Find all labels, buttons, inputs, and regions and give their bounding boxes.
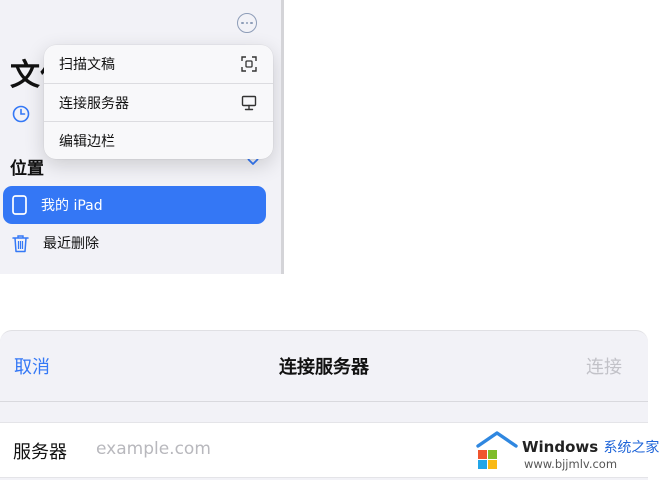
sidebar-item-recently-deleted[interactable]: 最近删除	[3, 224, 266, 262]
server-input[interactable]	[96, 435, 476, 463]
menu-item-connect-server[interactable]: 连接服务器	[44, 83, 273, 121]
watermark-brand: Windows	[522, 438, 599, 456]
more-options-button[interactable]	[237, 13, 257, 33]
watermark: Windows 系统之家 www.bjjmlv.com	[474, 430, 660, 476]
context-menu: 扫描文稿 连接服务器 编辑边栏	[44, 45, 273, 159]
monitor-icon	[241, 95, 257, 110]
menu-item-scan-documents[interactable]: 扫描文稿	[44, 45, 273, 83]
ipad-icon	[12, 195, 27, 215]
cancel-button[interactable]: 取消	[14, 353, 50, 379]
dot	[250, 21, 253, 25]
locations-header: 位置	[10, 159, 44, 179]
clock-icon[interactable]	[12, 105, 30, 123]
connect-button[interactable]: 连接	[586, 353, 622, 379]
sheet-title: 连接服务器	[279, 357, 369, 378]
windows-logo-icon	[476, 431, 518, 469]
sidebar-divider	[281, 0, 284, 274]
menu-item-edit-sidebar[interactable]: 编辑边栏	[44, 121, 273, 159]
sidebar-item-my-ipad[interactable]: 我的 iPad	[3, 186, 266, 224]
scan-icon	[241, 56, 257, 72]
sheet-navigation-bar: 连接服务器 取消 连接	[0, 331, 648, 401]
trash-icon	[12, 234, 29, 252]
dot	[245, 21, 249, 25]
watermark-brand-cn: 系统之家	[603, 440, 660, 456]
watermark-url: www.bjjmlv.com	[524, 457, 618, 471]
divider	[0, 401, 648, 402]
chevron-down-icon[interactable]	[247, 158, 259, 166]
menu-item-label: 编辑边栏	[59, 133, 115, 150]
server-label: 服务器	[13, 442, 67, 463]
menu-item-label: 扫描文稿	[59, 57, 115, 73]
menu-item-label: 连接服务器	[59, 95, 129, 112]
files-sidebar: 文件 位置 我的 iPad 最近删除 扫描文稿 连接	[0, 0, 281, 274]
watermark-title: Windows 系统之家	[522, 437, 659, 457]
page-title: 文件	[10, 58, 44, 93]
sidebar-item-label: 最近删除	[43, 236, 99, 252]
dot	[241, 21, 244, 25]
sidebar-item-label: 我的 iPad	[41, 198, 103, 214]
